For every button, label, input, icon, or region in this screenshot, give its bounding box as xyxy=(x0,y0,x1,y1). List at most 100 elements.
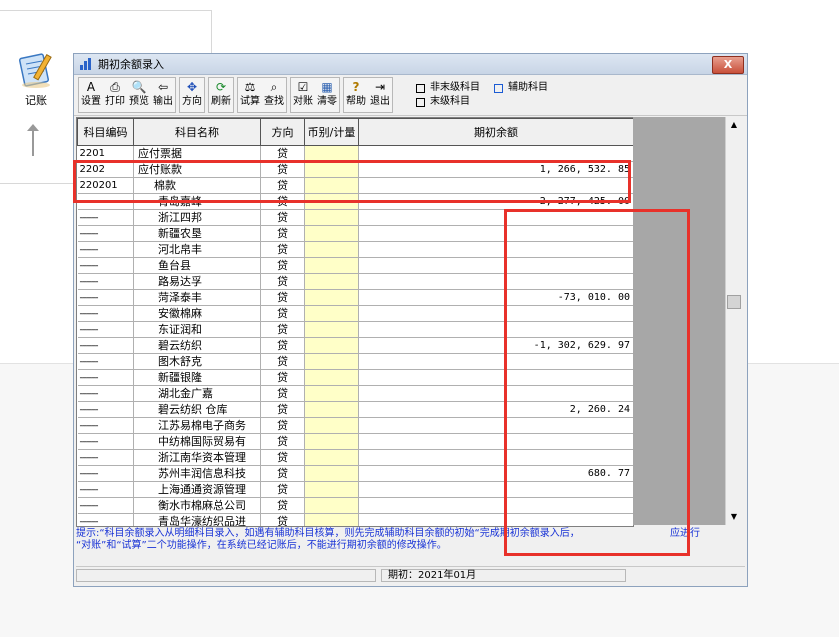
table-row[interactable]: -------- 路易达孚贷 xyxy=(77,273,633,290)
exit-button[interactable]: ⇥ 退出 xyxy=(368,78,392,112)
desktop-shortcut-bookkeeping[interactable]: 记账 xyxy=(6,50,66,108)
amount-cell[interactable] xyxy=(358,225,633,242)
refresh-button[interactable]: ⟳ 刷新 xyxy=(209,78,233,112)
currency-cell[interactable] xyxy=(304,145,359,162)
table-row[interactable]: 220201 棉款贷 xyxy=(77,177,633,194)
col-header-code[interactable]: 科目编码 xyxy=(77,118,134,146)
amount-cell[interactable]: 1, 266, 532. 85 xyxy=(358,161,633,178)
table-row[interactable]: -------- 新疆银隆贷 xyxy=(77,369,633,386)
amount-cell[interactable] xyxy=(358,481,633,498)
reconcile-button[interactable]: ☑ 对账 xyxy=(291,78,315,112)
currency-cell[interactable] xyxy=(304,305,359,322)
currency-cell[interactable] xyxy=(304,369,359,386)
amount-cell[interactable] xyxy=(358,145,633,162)
scroll-down-icon[interactable]: ▼ xyxy=(726,509,742,525)
table-row[interactable]: -------- 青岛嘉峰贷 2, 277, 425. 00 xyxy=(77,193,633,210)
currency-cell[interactable] xyxy=(304,481,359,498)
scroll-up-icon[interactable]: ▲ xyxy=(726,117,742,133)
currency-cell[interactable] xyxy=(304,257,359,274)
amount-cell[interactable] xyxy=(358,433,633,450)
table-row[interactable]: -------- 安徽棉麻贷 xyxy=(77,305,633,322)
direction-button[interactable]: ✥ 方向 xyxy=(180,78,204,112)
currency-cell[interactable] xyxy=(304,177,359,194)
currency-cell[interactable] xyxy=(304,513,359,526)
table-row[interactable]: -------- 碧云纺织 仓库贷 2, 260. 24 xyxy=(77,401,633,418)
table-row[interactable]: 2202 应付账款贷 1, 266, 532. 85 xyxy=(77,161,633,178)
close-button[interactable]: X xyxy=(712,56,744,74)
window-titlebar[interactable]: 期初余额录入 X xyxy=(74,54,747,75)
amount-cell[interactable]: 680. 77 xyxy=(358,465,633,482)
preview-button[interactable]: 🔍 预览 xyxy=(127,78,151,112)
col-header-direction[interactable]: 方向 xyxy=(260,118,305,146)
table-row[interactable]: -------- 碧云纺织贷 -1, 302, 629. 97 xyxy=(77,337,633,354)
name-cell: 菏泽泰丰 xyxy=(133,289,261,306)
currency-cell[interactable] xyxy=(304,385,359,402)
amount-cell[interactable] xyxy=(358,273,633,290)
amount-cell[interactable]: 2, 260. 24 xyxy=(358,401,633,418)
currency-cell[interactable] xyxy=(304,401,359,418)
amount-cell[interactable] xyxy=(358,353,633,370)
amount-cell[interactable]: -1, 302, 629. 97 xyxy=(358,337,633,354)
table-row[interactable]: -------- 东证润和贷 xyxy=(77,321,633,338)
currency-cell[interactable] xyxy=(304,465,359,482)
trial-balance-button[interactable]: ⚖ 试算 xyxy=(238,78,262,112)
amount-cell[interactable] xyxy=(358,513,633,526)
currency-cell[interactable] xyxy=(304,353,359,370)
table-row[interactable]: 2201 应付票据贷 xyxy=(77,145,633,162)
currency-cell[interactable] xyxy=(304,193,359,210)
table-row[interactable]: -------- 苏州丰润信息科技贷 680. 77 xyxy=(77,465,633,482)
scrollbar-thumb[interactable] xyxy=(727,295,741,309)
currency-cell[interactable] xyxy=(304,289,359,306)
currency-cell[interactable] xyxy=(304,417,359,434)
amount-cell[interactable] xyxy=(358,385,633,402)
col-header-currency[interactable]: 币别/计量 xyxy=(304,118,359,146)
currency-cell[interactable] xyxy=(304,273,359,290)
currency-cell[interactable] xyxy=(304,497,359,514)
currency-cell[interactable] xyxy=(304,225,359,242)
table-row[interactable]: -------- 上海通通资源管理贷 xyxy=(77,481,633,498)
find-button[interactable]: ⌕ 查找 xyxy=(262,78,286,112)
table-row[interactable]: -------- 河北帛丰贷 xyxy=(77,241,633,258)
amount-cell[interactable] xyxy=(358,449,633,466)
amount-cell[interactable] xyxy=(358,305,633,322)
table-row[interactable]: -------- 浙江南华资本管理贷 xyxy=(77,449,633,466)
amount-cell[interactable] xyxy=(358,257,633,274)
currency-cell[interactable] xyxy=(304,321,359,338)
table-row[interactable]: -------- 新疆农垦贷 xyxy=(77,225,633,242)
table-row[interactable]: -------- 湖北金广嘉贷 xyxy=(77,385,633,402)
currency-cell[interactable] xyxy=(304,337,359,354)
amount-cell[interactable] xyxy=(358,241,633,258)
table-row[interactable]: -------- 青岛华濠纺织品进贷 xyxy=(77,513,633,526)
vertical-scrollbar[interactable]: ▲ ▼ xyxy=(725,117,742,525)
currency-cell[interactable] xyxy=(304,209,359,226)
currency-cell[interactable] xyxy=(304,161,359,178)
amount-cell[interactable] xyxy=(358,417,633,434)
balance-grid[interactable]: 科目编码 科目名称 方向 币别/计量 期初余额 2201 应付票据贷 2202 应付账… xyxy=(76,117,634,527)
code-cell: -------- xyxy=(77,257,134,274)
table-row[interactable]: -------- 菏泽泰丰贷 -73, 010. 00 xyxy=(77,289,633,306)
clear-button[interactable]: ▦ 清零 xyxy=(315,78,339,112)
table-row[interactable]: -------- 图木舒克贷 xyxy=(77,353,633,370)
currency-cell[interactable] xyxy=(304,241,359,258)
amount-cell[interactable] xyxy=(358,369,633,386)
table-row[interactable]: -------- 鱼台县贷 xyxy=(77,257,633,274)
amount-cell[interactable]: -73, 010. 00 xyxy=(358,289,633,306)
amount-cell[interactable] xyxy=(358,321,633,338)
table-row[interactable]: -------- 衡水市棉麻总公司贷 xyxy=(77,497,633,514)
amount-cell[interactable] xyxy=(358,497,633,514)
amount-cell[interactable] xyxy=(358,209,633,226)
help-button[interactable]: ? 帮助 xyxy=(344,78,368,112)
table-row[interactable]: -------- 中纺棉国际贸易有贷 xyxy=(77,433,633,450)
amount-cell[interactable] xyxy=(358,177,633,194)
amount-cell[interactable]: 2, 277, 425. 00 xyxy=(358,193,633,210)
table-row[interactable]: -------- 江苏易棉电子商务贷 xyxy=(77,417,633,434)
currency-cell[interactable] xyxy=(304,449,359,466)
settings-button[interactable]: A 设置 xyxy=(79,78,103,112)
currency-cell[interactable] xyxy=(304,433,359,450)
hint-line-2: “对账”和“试算”二个功能操作，在系统已经记账后，不能进行期初余额的修改操作。 xyxy=(76,540,447,551)
export-button[interactable]: ⇦ 输出 xyxy=(151,78,175,112)
table-row[interactable]: -------- 浙江四邦贷 xyxy=(77,209,633,226)
col-header-name[interactable]: 科目名称 xyxy=(133,118,261,146)
print-button[interactable]: ⎙ 打印 xyxy=(103,78,127,112)
col-header-amount[interactable]: 期初余额 xyxy=(358,118,633,146)
